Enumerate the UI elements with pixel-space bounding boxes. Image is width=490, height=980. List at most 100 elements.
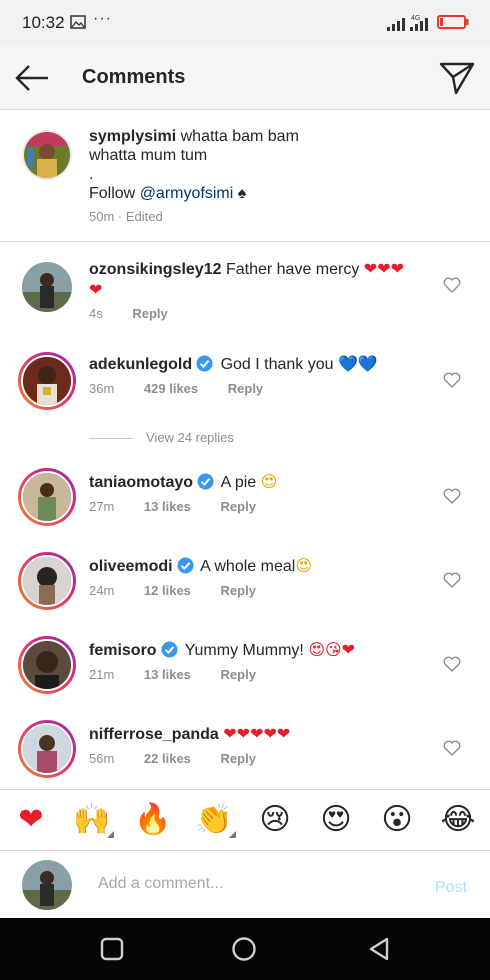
comment-time: 27m	[89, 499, 115, 514]
like-heart-icon[interactable]	[443, 372, 461, 388]
network-label: 4G	[411, 15, 420, 22]
comment-username[interactable]: taniaomotayo	[89, 474, 193, 491]
app-header: Comments	[0, 46, 490, 110]
quick-emoji-bar: ❤ 🙌 🔥 👏 😢 😍 😮 😂	[0, 789, 490, 851]
quick-emoji-heart[interactable]: ❤	[11, 800, 51, 840]
comment-body: God I thank you	[220, 356, 334, 373]
avatar-image	[24, 132, 70, 178]
caption-timestamp: 50m · Edited	[89, 209, 163, 224]
quick-emoji-fire[interactable]: 🔥	[133, 800, 173, 840]
verified-badge-icon	[177, 557, 194, 574]
reply-button[interactable]: Reply	[221, 751, 256, 766]
comment-item: femisoro Yummy Mummy! 😍😘❤ 21m 13 likes R…	[0, 626, 490, 710]
like-heart-icon[interactable]	[443, 277, 461, 293]
likes-count[interactable]: 22 likes	[144, 751, 191, 766]
reply-button[interactable]: Reply	[132, 306, 167, 321]
avatar-image	[22, 860, 72, 910]
comment-text: femisoro Yummy Mummy! 😍😘❤	[89, 640, 425, 661]
comment-meta: 27m 13 likes Reply	[89, 499, 282, 514]
status-bar: 10:32 ··· 4G	[0, 0, 490, 46]
verified-badge-icon	[196, 355, 213, 372]
divider	[89, 438, 133, 440]
status-time: 10:32	[22, 13, 65, 32]
caption-line3: .	[89, 166, 94, 183]
comment-text: adekunlegold God I thank you 💙💙	[89, 354, 425, 375]
comment-item: taniaomotayo A pie 😍 27m 13 likes Reply	[0, 458, 490, 542]
comment-meta: 56m 22 likes Reply	[89, 751, 282, 766]
comment-body: Yummy Mummy!	[184, 642, 304, 659]
comment-emoji: 😍😘❤	[308, 640, 356, 659]
comment-emoji: 😍	[260, 472, 278, 491]
comment-username[interactable]: ozonsikingsley12	[89, 261, 222, 278]
quick-emoji-laughing[interactable]: 😂	[438, 800, 478, 840]
page-title: Comments	[82, 66, 186, 88]
avatar-image	[23, 725, 71, 773]
quick-emoji-raised-hands[interactable]: 🙌	[72, 800, 114, 840]
caption-text: symplysimi whatta bam bam whatta mum tum…	[89, 127, 469, 203]
comment-meta: 21m 13 likes Reply	[89, 667, 282, 682]
comment-username[interactable]: oliveemodi	[89, 558, 173, 575]
avatar[interactable]	[18, 636, 76, 694]
comment-username[interactable]: adekunlegold	[89, 356, 192, 373]
quick-emoji-crying[interactable]: 😢	[255, 800, 295, 840]
quick-emoji-clap[interactable]: 👏	[194, 800, 236, 840]
caption-line2: whatta mum tum	[89, 147, 208, 164]
skin-tone-indicator	[107, 831, 114, 838]
avatar-image	[23, 557, 71, 605]
avatar[interactable]	[18, 552, 76, 610]
like-heart-icon[interactable]	[443, 656, 461, 672]
avatar[interactable]	[18, 468, 76, 526]
home-icon[interactable]	[231, 936, 257, 962]
comment-username[interactable]: femisoro	[89, 642, 157, 659]
post-button[interactable]: Post	[435, 879, 467, 897]
comment-body: Father have mercy	[225, 261, 360, 278]
spade-icon: ♠	[237, 185, 247, 202]
comment-text: oliveemodi A whole meal😍	[89, 556, 425, 577]
like-heart-icon[interactable]	[443, 740, 461, 756]
verified-badge-icon	[161, 641, 178, 658]
avatar	[22, 860, 72, 910]
reply-button[interactable]: Reply	[221, 583, 256, 598]
avatar[interactable]	[18, 720, 76, 778]
likes-count[interactable]: 429 likes	[144, 381, 198, 396]
post-caption: symplysimi whatta bam bam whatta mum tum…	[0, 110, 490, 242]
comment-time: 56m	[89, 751, 115, 766]
comment-body: A pie	[220, 474, 257, 491]
recent-apps-icon[interactable]	[99, 936, 125, 962]
quick-emoji-surprised[interactable]: 😮	[377, 800, 417, 840]
comment-item: nifferrose_panda ❤❤❤❤❤ 56m 22 likes Repl…	[0, 710, 490, 789]
like-heart-icon[interactable]	[443, 488, 461, 504]
caption-follow-text: Follow	[89, 185, 136, 202]
signal-icon: 4G	[387, 15, 428, 31]
likes-count[interactable]: 13 likes	[144, 667, 191, 682]
view-replies-button[interactable]: View 24 replies	[89, 430, 234, 445]
comment-body: A whole meal	[200, 558, 296, 575]
comment-text: nifferrose_panda ❤❤❤❤❤	[89, 724, 425, 745]
like-heart-icon[interactable]	[443, 572, 461, 588]
likes-count[interactable]: 12 likes	[144, 583, 191, 598]
view-replies-label: View 24 replies	[146, 430, 234, 445]
caption-line1: whatta bam bam	[180, 128, 299, 145]
direct-send-icon[interactable]	[438, 60, 476, 96]
comment-username[interactable]: nifferrose_panda	[89, 726, 219, 743]
avatar[interactable]	[22, 262, 72, 312]
avatar[interactable]	[22, 130, 72, 180]
comment-emoji: 😍	[295, 556, 312, 575]
quick-emoji-heart-eyes[interactable]: 😍	[316, 800, 356, 840]
reply-button[interactable]: Reply	[228, 381, 263, 396]
comment-emoji: ❤❤❤❤❤	[223, 724, 291, 743]
back-nav-icon[interactable]	[367, 936, 393, 962]
comment-time: 4s	[89, 306, 103, 321]
comment-input[interactable]	[98, 871, 418, 897]
caption-mention-link[interactable]: @armyofsimi	[140, 185, 234, 202]
comment-emoji-continued: ❤	[89, 280, 103, 299]
likes-count[interactable]: 13 likes	[144, 499, 191, 514]
system-nav-bar	[0, 918, 490, 980]
reply-button[interactable]: Reply	[221, 667, 256, 682]
back-arrow-icon[interactable]	[14, 62, 50, 94]
avatar[interactable]	[18, 352, 76, 410]
avatar-image	[23, 473, 71, 521]
comment-meta: 4s Reply	[89, 306, 194, 321]
caption-username[interactable]: symplysimi	[89, 128, 176, 145]
reply-button[interactable]: Reply	[221, 499, 256, 514]
